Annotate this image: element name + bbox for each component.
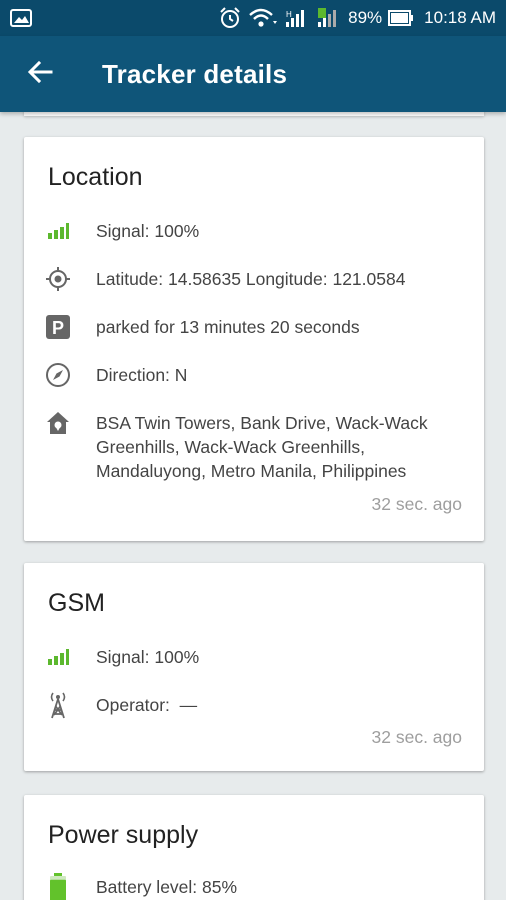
- battery-level-icon: [42, 873, 74, 900]
- direction-row: Direction: N: [42, 361, 466, 389]
- previous-card-edge: [24, 112, 484, 116]
- alarm-icon: [218, 6, 242, 30]
- back-arrow-icon: [27, 60, 53, 89]
- wifi-icon: [248, 7, 278, 29]
- home-pin-icon: [42, 409, 74, 437]
- coordinates-value: Latitude: 14.58635 Longitude: 121.0584: [96, 269, 406, 289]
- last-updated: 32 sec. ago: [371, 727, 462, 747]
- gallery-icon: [10, 9, 32, 27]
- signal-row: Signal: 100%: [42, 217, 466, 245]
- operator-value: Operator: —: [96, 695, 198, 715]
- status-bar: H 89% 10:18 AM: [0, 0, 506, 36]
- details-list[interactable]: Location Signal: 100% Latitude: 14.58635…: [0, 112, 506, 900]
- battery-row: Battery level: 85%: [42, 873, 466, 900]
- signal-bars-icon: [42, 217, 74, 245]
- operator-row: Operator: —: [42, 691, 466, 719]
- cell-tower-icon: [42, 691, 74, 719]
- svg-text:H: H: [286, 10, 292, 19]
- cell-signal-icon: H: [284, 7, 310, 29]
- last-updated: 32 sec. ago: [371, 494, 462, 514]
- gsm-card: GSM Signal: 100% Operator: — 32 sec. ago: [24, 563, 484, 771]
- signal-value: Signal: 100%: [96, 221, 200, 241]
- address-value: BSA Twin Towers, Bank Drive, Wack-Wack G…: [96, 413, 428, 481]
- card-title: Location: [48, 163, 143, 191]
- back-button[interactable]: [0, 36, 80, 112]
- parked-duration: parked for 13 minutes 20 seconds: [96, 317, 360, 337]
- battery-percent: 89%: [348, 8, 383, 27]
- power-supply-card: Power supply Battery level: 85%: [24, 795, 484, 900]
- battery-value: Battery level: 85%: [96, 877, 238, 897]
- signal-bars-icon: [42, 643, 74, 671]
- signal-row: Signal: 100%: [42, 643, 466, 671]
- coordinates-row: Latitude: 14.58635 Longitude: 121.0584: [42, 265, 466, 293]
- app-bar: Tracker details: [0, 36, 506, 112]
- battery-icon: [388, 10, 414, 26]
- gps-target-icon: [42, 265, 74, 293]
- parking-icon: P: [42, 313, 74, 341]
- signal-value: Signal: 100%: [96, 647, 200, 667]
- card-title: Power supply: [48, 821, 199, 849]
- compass-icon: [42, 361, 74, 389]
- card-title: GSM: [48, 589, 105, 617]
- clock: 10:18 AM: [424, 8, 496, 27]
- location-card: Location Signal: 100% Latitude: 14.58635…: [24, 137, 484, 541]
- page-title: Tracker details: [102, 58, 288, 89]
- cell-signal-icon: [316, 7, 342, 29]
- direction-value: Direction: N: [96, 365, 188, 385]
- parked-row: P parked for 13 minutes 20 seconds: [42, 313, 466, 341]
- svg-text:P: P: [52, 318, 64, 338]
- address-row: BSA Twin Towers, Bank Drive, Wack-Wack G…: [42, 409, 466, 483]
